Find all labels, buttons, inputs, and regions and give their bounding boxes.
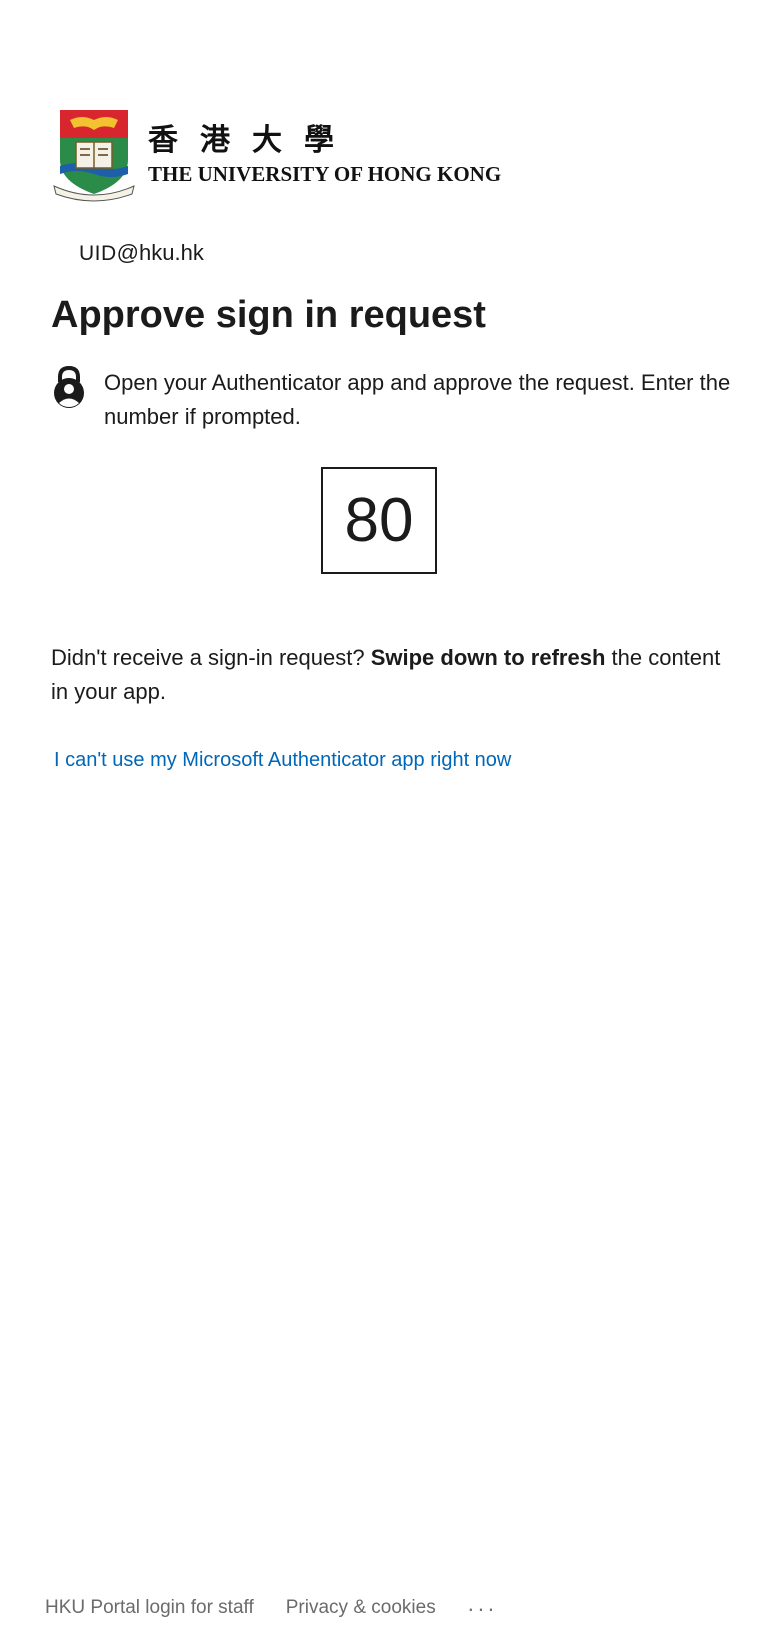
- match-number: 80: [344, 486, 414, 555]
- match-number-box: 80: [321, 467, 437, 574]
- page-title: Approve sign in request: [51, 294, 486, 336]
- uid-label: UID: [79, 242, 117, 265]
- account-domain: @hku.hk: [116, 240, 204, 265]
- cant-use-authenticator-link[interactable]: I can't use my Microsoft Authenticator a…: [54, 749, 511, 772]
- lock-user-icon: [54, 366, 84, 408]
- hku-crest-icon: [53, 110, 135, 202]
- sign-in-page: 香港大學 THE UNIVERSITY OF HONG KONG UID@hku…: [0, 0, 758, 1643]
- refresh-note-bold: Swipe down to refresh: [370, 645, 606, 670]
- authenticator-instruction: Open your Authenticator app and approve …: [51, 366, 731, 434]
- logo-english-name: THE UNIVERSITY OF HONG KONG: [148, 162, 502, 186]
- footer: HKU Portal login for staff Privacy & coo…: [45, 1591, 498, 1621]
- hku-logo: 香港大學 THE UNIVERSITY OF HONG KONG: [52, 108, 501, 202]
- refresh-note: Didn't receive a sign-in request? Swipe …: [51, 641, 721, 709]
- instruction-text: Open your Authenticator app and approve …: [104, 370, 731, 429]
- hku-portal-link[interactable]: HKU Portal login for staff: [45, 1597, 254, 1619]
- more-options-button[interactable]: ...: [468, 1591, 498, 1617]
- logo-wordmark: 香港大學 THE UNIVERSITY OF HONG KONG: [148, 123, 502, 187]
- refresh-note-prefix: Didn't receive a sign-in request?: [51, 645, 371, 670]
- logo-chinese-name: 香港大學: [148, 123, 356, 158]
- privacy-cookies-link[interactable]: Privacy & cookies: [286, 1597, 436, 1619]
- account-identity: UID@hku.hk: [79, 240, 204, 266]
